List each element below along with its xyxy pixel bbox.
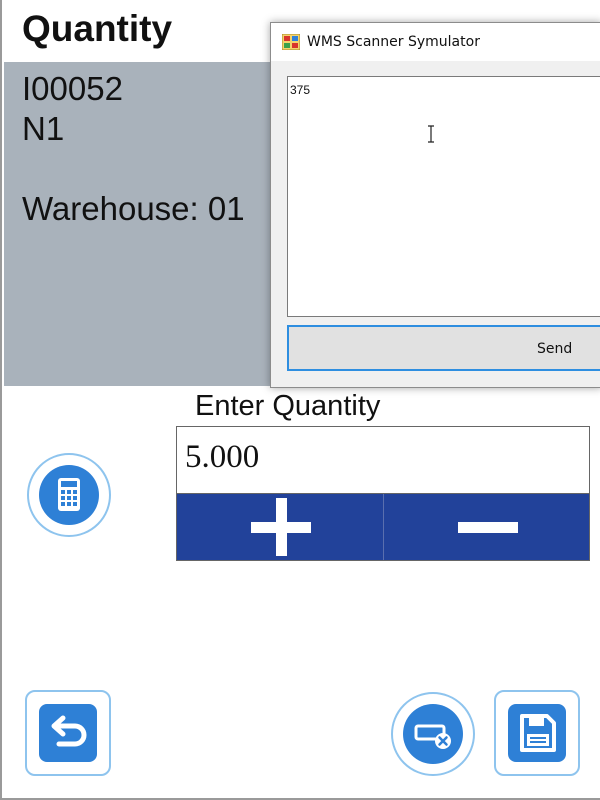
page-title: Quantity	[22, 8, 173, 49]
calculator-icon	[58, 478, 80, 511]
quantity-stepper	[176, 493, 590, 561]
decrement-button[interactable]	[382, 494, 590, 560]
dialog-title: WMS Scanner Symulator	[307, 34, 480, 50]
send-button[interactable]: Send	[287, 325, 600, 371]
dialog-titlebar[interactable]: WMS Scanner Symulator	[271, 23, 600, 61]
send-button-label: Send	[537, 341, 573, 357]
increment-button[interactable]	[177, 494, 383, 560]
item-variant: N1	[22, 110, 65, 147]
floppy-save-icon	[520, 714, 556, 752]
scanner-input-textarea[interactable]: 375	[287, 76, 600, 317]
clear-button[interactable]	[391, 692, 475, 776]
minus-icon	[457, 522, 518, 533]
calculator-button[interactable]	[27, 453, 111, 537]
app-icon	[282, 34, 300, 50]
warehouse-label: Warehouse: 01	[22, 190, 245, 227]
back-button[interactable]	[25, 690, 111, 776]
scanner-simulator-dialog: WMS Scanner Symulator 375 Send	[270, 22, 600, 388]
clear-keyboard-icon	[414, 724, 451, 749]
back-arrow-icon	[51, 715, 87, 747]
item-code: I00052	[22, 70, 123, 107]
save-button[interactable]	[494, 690, 580, 776]
quantity-label: Enter Quantity	[195, 390, 381, 422]
text-cursor-icon	[428, 125, 434, 143]
quantity-input[interactable]: 5.000	[176, 426, 590, 494]
